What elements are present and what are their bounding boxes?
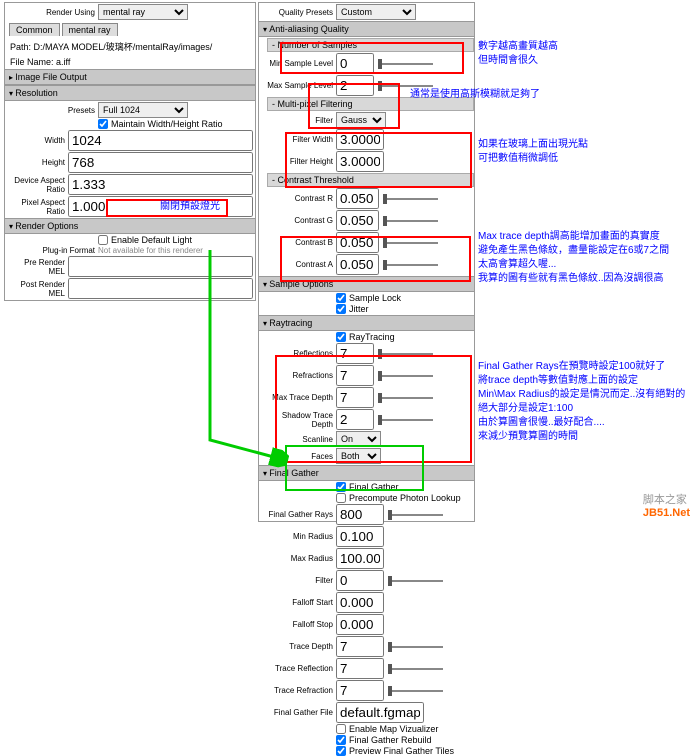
fgr-check[interactable] <box>336 735 346 745</box>
jitter[interactable] <box>336 304 346 314</box>
emv-check[interactable] <box>336 724 346 734</box>
section-ifo[interactable]: Image File Output <box>5 69 255 85</box>
tab-common[interactable]: Common <box>9 23 60 36</box>
arrow-icon <box>200 250 300 470</box>
render-using-label: Render Using <box>7 8 98 17</box>
fg-file[interactable] <box>336 702 424 723</box>
watermark: 脚本之家JB51.Net <box>643 491 690 519</box>
falloff-stop[interactable] <box>336 614 384 635</box>
falloff-start[interactable] <box>336 592 384 613</box>
enable-default-light-check[interactable] <box>98 235 108 245</box>
highlight-tracedepth <box>285 445 424 491</box>
trace-refraction[interactable] <box>336 680 384 701</box>
section-res[interactable]: Resolution <box>5 85 255 101</box>
highlight-trace <box>280 236 471 282</box>
maintain-ratio-check[interactable] <box>98 119 108 129</box>
sample-lock[interactable] <box>336 293 346 303</box>
trace-depth[interactable] <box>336 636 384 657</box>
contrast-r[interactable] <box>336 188 379 209</box>
fg-rays[interactable] <box>336 504 384 525</box>
note4: Max trace depth調高能增加畫面的真實度避免產生黑色條紋，盡量能設定… <box>478 230 669 286</box>
dar-field[interactable] <box>68 174 253 195</box>
highlight-samples <box>280 42 464 74</box>
min-radius[interactable] <box>336 526 384 547</box>
trace-reflection[interactable] <box>336 658 384 679</box>
fg-filter[interactable] <box>336 570 384 591</box>
section-aa[interactable]: Anti-aliasing Quality <box>259 21 474 37</box>
height-field[interactable] <box>68 152 253 173</box>
file-label: File Name: a.iff <box>5 55 255 69</box>
note2: 通常是使用高斯模糊就足夠了 <box>410 88 540 102</box>
ppl-check[interactable] <box>336 493 346 503</box>
width-field[interactable] <box>68 130 253 151</box>
contrast-g[interactable] <box>336 210 379 231</box>
highlight-contrast <box>285 132 472 188</box>
note1: 數字越高畫質越高但時間會很久 <box>478 40 558 68</box>
presets-select[interactable]: Full 1024 <box>98 102 188 118</box>
quality-presets-select[interactable]: Custom <box>336 4 416 20</box>
section-ro[interactable]: Render Options <box>5 218 255 234</box>
tab-mentalray[interactable]: mental ray <box>62 23 118 36</box>
max-radius[interactable] <box>336 548 384 569</box>
note3: 如果在玻璃上面出現光點可把數值稍微調低 <box>478 138 588 166</box>
path-label: Path: D:/MAYA MODEL/玻璃杯/mentalRay/images… <box>5 38 255 55</box>
highlight-filter <box>308 83 400 129</box>
note5: Final Gather Rays在預覽時設定100就好了將trace dept… <box>478 360 685 444</box>
note-edl: 關閉預設燈光 <box>160 200 220 214</box>
render-using-select[interactable]: mental ray <box>98 4 188 20</box>
pfgt-check[interactable] <box>336 746 346 756</box>
raytracing-check[interactable] <box>336 332 346 342</box>
